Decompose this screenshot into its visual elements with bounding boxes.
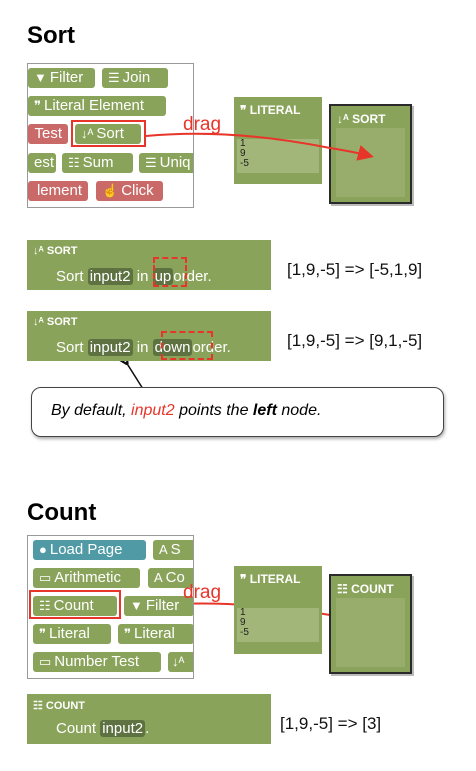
count-target-node[interactable]: ☷ COUNT [329,574,412,674]
count-icon: ☷ [33,700,46,712]
input-selector[interactable]: input2 [100,720,146,737]
count-icon: ☷ [337,582,352,596]
quote-icon: ❞ [39,626,46,641]
palette-text-button[interactable]: AS [153,540,193,560]
quote-icon: ❞ [240,572,250,586]
sort-icon: ↓ᴬ [33,316,47,328]
count-highlight-box [29,590,121,619]
text-icon: A [154,570,163,585]
palette-literal-button[interactable]: ❞ Literal [33,624,111,644]
default-input-callout: By default, input2 points the left node. [31,387,444,437]
sort-icon: ↓ᴬ [172,654,185,669]
globe-icon: ● [39,542,47,557]
palette-number-test-button[interactable]: ▭ Number Test [33,652,161,672]
sort-down-highlight [161,331,213,360]
text-icon: A [159,542,168,557]
count-result: [1,9,-5] => [3] [280,714,382,733]
count-node-title: ☷ COUNT [337,582,394,596]
count-heading: Count [27,499,97,526]
sort-down-block[interactable]: ↓ᴬ SORT Sort input2 in down order. [27,311,271,361]
filter-icon: ▼ [130,598,143,613]
literal-node-title: ❞ LITERAL [240,572,301,586]
input-selector[interactable]: input2 [87,268,133,285]
literal-values: 1 9 -5 [237,608,319,642]
input-selector[interactable]: input2 [87,339,133,356]
sort-up-block[interactable]: ↓ᴬ SORT Sort input2 in up order. [27,240,271,290]
palette-arithmetic-button[interactable]: ▭ Arithmetic [33,568,140,588]
count-drag-label: drag [183,582,222,603]
palette-sort-button[interactable]: ↓ᴬ [168,652,193,672]
number-test-icon: ▭ [39,654,52,669]
palette-load-page-button[interactable]: ● Load Page [33,540,146,560]
palette-literal2-button[interactable]: ❞ Literal [118,624,193,644]
arithmetic-icon: ▭ [39,570,52,585]
sort-up-result: [1,9,-5] => [-5,1,9] [287,260,423,279]
sort-down-result: [1,9,-5] => [9,1,-5] [287,331,423,350]
sort-up-highlight [153,257,187,287]
count-literal-node[interactable]: ❞ LITERAL 1 9 -5 [234,566,322,654]
sort-icon: ↓ᴬ [33,245,47,257]
count-block[interactable]: ☷ COUNT Count input2. [27,694,271,744]
quote-icon: ❞ [124,626,131,641]
